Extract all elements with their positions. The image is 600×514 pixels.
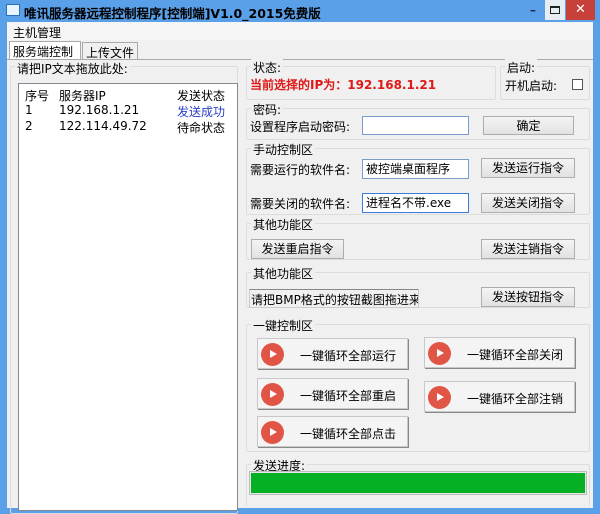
other-functions-label-2: 其他功能区 (251, 265, 316, 282)
column-header-no[interactable]: 序号 (25, 87, 49, 104)
run-software-input[interactable]: 被控端桌面程序 (362, 159, 469, 179)
ip-drop-label: 请把IP文本拖放此处: (15, 60, 130, 77)
loop-restart-all-button[interactable]: 一键循环全部重启 (257, 378, 408, 409)
startup-group: 启动: 开机启动: (500, 59, 590, 100)
status-text: 当前选择的IP为：192.168.1.21 (250, 78, 437, 92)
progress-fill (251, 473, 585, 493)
other-functions-label: 其他功能区 (251, 216, 316, 233)
manual-control-group: 手动控制区 需要运行的软件名: 被控端桌面程序 发送运行指令 需要关闭的软件名:… (246, 141, 590, 215)
row-status: 发送成功 (177, 105, 226, 119)
title-bar: 唯讯服务器远程控制程序[控制端]V1.0_2015免费版 – ✕ (0, 0, 600, 22)
send-logout-button[interactable]: 发送注销指令 (481, 239, 575, 259)
one-key-control-label: 一键控制区 (251, 317, 316, 334)
list-header: 序号 服务器IP 发送状态 (19, 87, 237, 103)
tab-upload[interactable]: 上传文件 (82, 42, 139, 60)
bmp-drop-area[interactable]: 请把BMP格式的按钮截图拖进来 (249, 289, 419, 308)
ip-drop-group: 请把IP文本拖放此处: 序号 服务器IP 发送状态 1 192.168.1.21… (10, 60, 238, 514)
maximize-icon (550, 6, 560, 14)
app-window: 唯讯服务器远程控制程序[控制端]V1.0_2015免费版 – ✕ 主机管理 服务… (0, 0, 600, 514)
send-run-button[interactable]: 发送运行指令 (481, 158, 575, 178)
server-list[interactable]: 序号 服务器IP 发送状态 1 192.168.1.21 发送成功 2 122.… (18, 83, 238, 511)
column-header-ip[interactable]: 服务器IP (59, 87, 106, 104)
confirm-button[interactable]: 确定 (483, 116, 574, 135)
play-icon (261, 383, 284, 406)
close-button[interactable]: ✕ (566, 0, 595, 20)
list-item[interactable]: 2 122.114.49.72 待命状态 (19, 119, 237, 135)
button-label: 一键循环全部注销 (467, 392, 564, 406)
play-icon (428, 386, 451, 409)
play-icon (261, 343, 284, 366)
run-software-label: 需要运行的软件名: (250, 163, 351, 177)
autostart-label: 开机启动: (505, 79, 558, 93)
password-field-label: 设置程序启动密码: (250, 120, 351, 134)
button-label: 一键循环全部点击 (300, 427, 397, 441)
close-software-label: 需要关闭的软件名: (250, 197, 351, 211)
send-close-button[interactable]: 发送关闭指令 (481, 193, 575, 213)
maximize-button[interactable] (545, 0, 565, 20)
manual-control-label: 手动控制区 (251, 141, 316, 158)
loop-logout-all-button[interactable]: 一键循环全部注销 (424, 381, 575, 412)
play-icon (428, 342, 451, 365)
minimize-button[interactable]: – (522, 0, 544, 20)
button-label: 一键循环全部重启 (300, 389, 397, 403)
row-status: 待命状态 (177, 121, 226, 135)
row-ip: 122.114.49.72 (59, 119, 147, 133)
close-software-input[interactable]: 进程名不带.exe (362, 193, 469, 213)
loop-click-all-button[interactable]: 一键循环全部点击 (257, 416, 408, 447)
one-key-control-group: 一键控制区 一键循环全部运行 一键循环全部关闭 一键循环全部重启 一键循环全部注… (246, 317, 590, 452)
autostart-checkbox[interactable] (572, 79, 583, 90)
status-label: 状态: (251, 59, 284, 76)
status-group: 状态: 当前选择的IP为：192.168.1.21 (246, 59, 496, 100)
list-item[interactable]: 1 192.168.1.21 发送成功 (19, 103, 237, 119)
startup-label: 启动: (505, 59, 538, 76)
row-ip: 192.168.1.21 (59, 103, 140, 117)
app-icon (6, 4, 20, 16)
loop-close-all-button[interactable]: 一键循环全部关闭 (424, 337, 575, 368)
send-button-command[interactable]: 发送按钮指令 (481, 287, 575, 307)
button-label: 一键循环全部运行 (300, 349, 397, 363)
menu-host-management[interactable]: 主机管理 (13, 24, 61, 41)
tab-server-control[interactable]: 服务端控制 (9, 41, 81, 60)
other-functions-group: 其他功能区 发送重启指令 发送注销指令 (246, 216, 590, 260)
row-no: 2 (25, 119, 33, 133)
other-functions-group-2: 其他功能区 请把BMP格式的按钮截图拖进来 发送按钮指令 (246, 265, 590, 308)
menu-bar: 主机管理 (7, 22, 593, 40)
row-no: 1 (25, 103, 33, 117)
window-title: 唯讯服务器远程控制程序[控制端]V1.0_2015免费版 (24, 6, 321, 21)
password-input[interactable] (362, 116, 469, 135)
password-label: 密码: (251, 101, 284, 118)
button-label: 一键循环全部关闭 (467, 348, 564, 362)
tab-page: 请把IP文本拖放此处: 序号 服务器IP 发送状态 1 192.168.1.21… (7, 59, 593, 514)
column-header-status[interactable]: 发送状态 (177, 87, 225, 104)
send-restart-button[interactable]: 发送重启指令 (251, 239, 344, 259)
password-group: 密码: 设置程序启动密码: 确定 (246, 101, 590, 140)
loop-run-all-button[interactable]: 一键循环全部运行 (257, 338, 408, 369)
play-icon (261, 421, 284, 444)
send-progress-bar (249, 471, 587, 495)
